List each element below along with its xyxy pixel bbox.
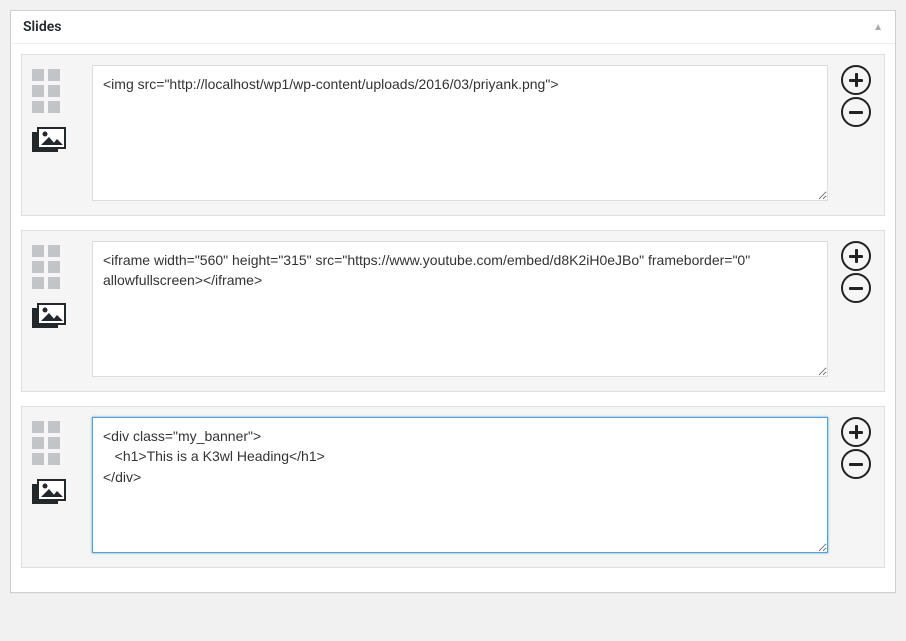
add-slide-button[interactable]	[841, 65, 871, 95]
drag-handle-icon[interactable]	[32, 69, 64, 117]
slide-row	[21, 54, 885, 216]
slides-panel-header[interactable]: Slides ▲	[11, 11, 895, 44]
slides-panel-body	[11, 44, 895, 592]
slides-panel: Slides ▲	[10, 10, 896, 593]
add-slide-button[interactable]	[841, 417, 871, 447]
slide-row	[21, 406, 885, 568]
slide-content-textarea[interactable]	[92, 65, 828, 201]
remove-slide-button[interactable]	[841, 273, 871, 303]
drag-handle-icon[interactable]	[32, 245, 64, 293]
remove-slide-button[interactable]	[841, 97, 871, 127]
slides-panel-title: Slides	[23, 19, 61, 35]
collapse-icon: ▲	[873, 22, 883, 33]
slide-row	[21, 230, 885, 392]
add-slide-button[interactable]	[841, 241, 871, 271]
slide-content-textarea[interactable]	[92, 417, 828, 553]
media-picker-icon[interactable]	[32, 479, 66, 509]
remove-slide-button[interactable]	[841, 449, 871, 479]
slide-content-textarea[interactable]	[92, 241, 828, 377]
media-picker-icon[interactable]	[32, 127, 66, 157]
slide-left-tools	[32, 65, 82, 157]
slide-left-tools	[32, 241, 82, 333]
slide-left-tools	[32, 417, 82, 509]
drag-handle-icon[interactable]	[32, 421, 64, 469]
media-picker-icon[interactable]	[32, 303, 66, 333]
